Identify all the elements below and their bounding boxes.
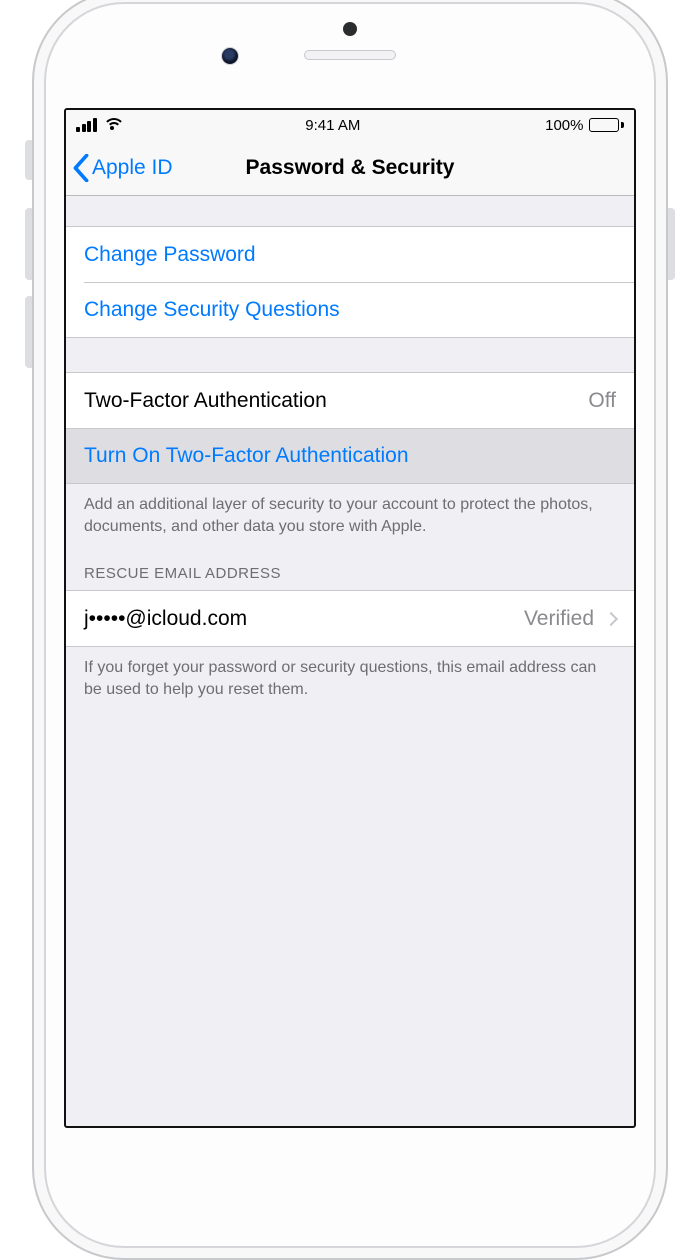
status-time: 9:41 AM xyxy=(305,117,360,134)
power-button xyxy=(668,208,675,280)
battery-icon xyxy=(589,118,624,132)
page-title: Password & Security xyxy=(246,156,455,180)
status-bar: 9:41 AM 100% xyxy=(66,110,634,140)
cellular-signal-icon xyxy=(76,118,97,132)
two-factor-group: Two-Factor Authentication Off Turn On Tw… xyxy=(66,372,634,484)
volume-down-button xyxy=(25,296,32,368)
back-button[interactable]: Apple ID xyxy=(72,154,173,182)
rescue-email-address: j•••••@icloud.com xyxy=(84,607,247,631)
two-factor-value: Off xyxy=(588,389,616,413)
rescue-email-footer: If you forget your password or security … xyxy=(66,647,634,700)
turn-on-two-factor-row[interactable]: Turn On Two-Factor Authentication xyxy=(66,428,634,483)
volume-up-button xyxy=(25,208,32,280)
proximity-sensor xyxy=(343,22,357,36)
rescue-email-status: Verified xyxy=(524,607,594,631)
change-password-row[interactable]: Change Password xyxy=(66,227,634,282)
chevron-left-icon xyxy=(72,154,90,182)
screen: 9:41 AM 100% Apple ID Password & Securit… xyxy=(64,108,636,1128)
two-factor-footer: Add an additional layer of security to y… xyxy=(66,484,634,537)
earpiece-speaker xyxy=(304,50,396,60)
change-password-label: Change Password xyxy=(84,243,256,267)
rescue-email-row[interactable]: j•••••@icloud.com Verified xyxy=(66,591,634,646)
wifi-icon xyxy=(103,118,121,132)
ring-silent-switch xyxy=(25,140,32,180)
rescue-email-header: RESCUE EMAIL ADDRESS xyxy=(66,537,634,590)
iphone-device-frame: 9:41 AM 100% Apple ID Password & Securit… xyxy=(32,0,668,1260)
chevron-right-icon xyxy=(604,612,618,626)
two-factor-status-row: Two-Factor Authentication Off xyxy=(66,373,634,428)
rescue-email-group: j•••••@icloud.com Verified xyxy=(66,590,634,647)
back-label: Apple ID xyxy=(92,156,173,180)
turn-on-two-factor-label: Turn On Two-Factor Authentication xyxy=(84,444,409,468)
password-group: Change Password Change Security Question… xyxy=(66,226,634,338)
change-security-questions-row[interactable]: Change Security Questions xyxy=(84,282,634,337)
front-camera xyxy=(222,48,238,64)
change-security-questions-label: Change Security Questions xyxy=(84,298,340,322)
navigation-bar: Apple ID Password & Security xyxy=(66,140,634,196)
battery-percentage: 100% xyxy=(545,117,583,134)
two-factor-label: Two-Factor Authentication xyxy=(84,389,327,413)
